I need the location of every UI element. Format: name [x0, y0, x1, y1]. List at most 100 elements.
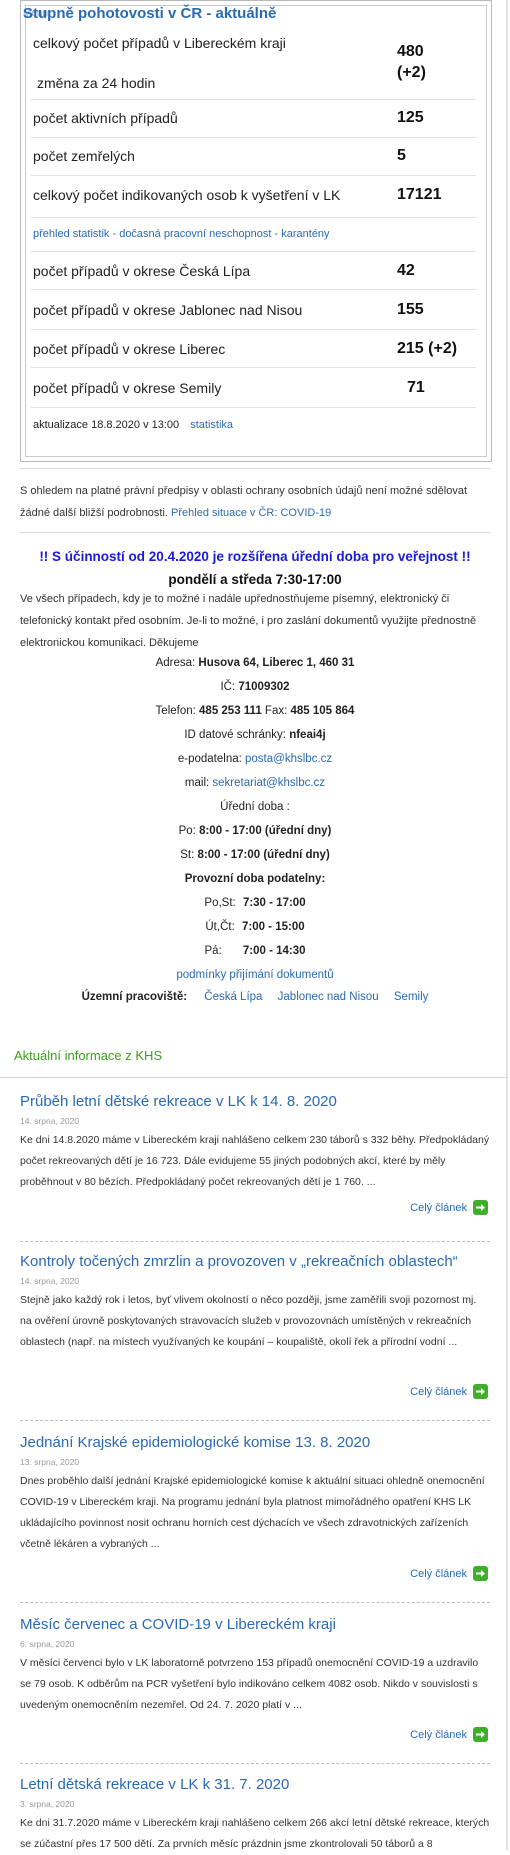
- branches-label: Územní pracoviště:: [81, 991, 188, 1003]
- databox-label: ID datové schránky:: [184, 729, 286, 741]
- secretariat-email-link[interactable]: sekretariat@khslbc.cz: [212, 777, 325, 789]
- article-date: 3. srpna, 2020: [20, 1799, 75, 1809]
- stats-row-jablonec: počet případů v okrese Jablonec nad Niso…: [31, 289, 476, 330]
- branches-line: Územní pracoviště: Česká Lípa Jablonec n…: [20, 991, 490, 1003]
- stats-row-ceska-lipa: počet případů v okrese Česká Lípa 42: [31, 251, 476, 290]
- arrow-right-icon: [473, 1200, 488, 1215]
- podatelna-hours-title: Provozní doba podatelny:: [184, 873, 326, 885]
- branch-link-ceska-lipa[interactable]: Česká Lípa: [204, 991, 262, 1003]
- hours-monday-line: Po: 8:00 - 17:00 (úřední dny): [20, 825, 490, 837]
- read-more-link[interactable]: Celý článek: [410, 1566, 488, 1581]
- article-excerpt: V měsíci červenci bylo v LK laboratorně …: [20, 1657, 479, 1711]
- document-conditions-link[interactable]: podmínky přijímání dokumentů: [176, 969, 333, 981]
- statistics-overview-link[interactable]: přehled statistik - dočasná pracovní nes…: [33, 228, 330, 240]
- article-divider: [20, 1420, 490, 1421]
- stats-row-value: 480: [397, 43, 424, 60]
- menu-ghost-label: Menu: [23, 8, 49, 19]
- hours-wednesday-line: St: 8:00 - 17:00 (úřední dny): [20, 849, 490, 861]
- phone-line: Telefon: 485 253 111 Fax: 485 105 864: [20, 705, 490, 717]
- stats-row-label: počet případů v okrese Jablonec nad Niso…: [33, 302, 303, 318]
- office-hours-title: Úřední doba :: [220, 801, 290, 813]
- stats-update-line: aktualizace 18.8.2020 v 13:00 statistika: [33, 419, 233, 431]
- stats-row-value: 42: [397, 262, 415, 279]
- address-label: Adresa:: [155, 657, 196, 669]
- stats-row-label: počet případů v okrese Liberec: [33, 341, 226, 357]
- covid-overview-link[interactable]: Přehled situace v ČR: COVID-19: [171, 507, 331, 519]
- arrow-right-icon: [473, 1384, 488, 1399]
- hours-wednesday-label: St:: [180, 849, 195, 861]
- read-more-label: Celý článek: [410, 1201, 467, 1214]
- statistics-link[interactable]: statistika: [190, 419, 233, 431]
- stats-row-value: 215 (+2): [397, 340, 458, 357]
- address-line: Adresa: Husova 64, Liberec 1, 460 31: [20, 657, 490, 669]
- office-hours-notice: !! S účinností od 20.4.2020 je rozšířena…: [39, 549, 471, 564]
- mail-line: mail: sekretariat@khslbc.cz: [20, 777, 490, 789]
- article-date: 13. srpna, 2020: [20, 1457, 80, 1467]
- hours-monday-value: 8:00 - 17:00 (úřední dny): [199, 825, 332, 837]
- stats-row-label: počet případů v okrese Semily: [33, 380, 222, 396]
- article-title-link[interactable]: Měsíc červenec a COVID-19 v Libereckém k…: [20, 1616, 490, 1633]
- podatelna-line-1: Po,St: 7:30 - 17:00: [20, 897, 490, 909]
- databox-line: ID datové schránky: nfeai4j: [20, 729, 490, 741]
- news-section-divider: [0, 1077, 506, 1078]
- stats-row-label: celkový počet případů v Libereckém kraji: [33, 35, 286, 51]
- podatelna-3-label: Pá:: [204, 945, 222, 957]
- stats-row-value: 125: [397, 109, 424, 126]
- epodatelna-email-link[interactable]: posta@khslbc.cz: [245, 753, 332, 765]
- article-title-link[interactable]: Průběh letní dětské rekreace v LK k 14. …: [20, 1093, 490, 1110]
- divider: [20, 532, 490, 533]
- mail-label: mail:: [184, 777, 210, 789]
- stats-row-liberec: počet případů v okrese Liberec 215 (+2): [31, 329, 476, 368]
- stats-row-label: celkový počet indikovaných osob k vyšetř…: [33, 187, 341, 203]
- article-title-link[interactable]: Jednání Krajské epidemiologické komise 1…: [20, 1434, 490, 1451]
- read-more-link[interactable]: Celý článek: [410, 1727, 488, 1742]
- branch-link-semily[interactable]: Semily: [394, 991, 429, 1003]
- article-divider: [20, 1241, 490, 1242]
- stats-row-indicated: celkový počet indikovaných osob k vyšetř…: [31, 175, 476, 218]
- stats-row-overview-link: přehled statistik - dočasná pracovní nes…: [31, 217, 476, 252]
- databox-value: nfeai4j: [289, 729, 326, 741]
- podatelna-line-3: Pá: 7:00 - 14:30: [20, 945, 490, 957]
- ic-label: IČ:: [220, 681, 236, 693]
- article-excerpt: Ke dni 31.7.2020 máme v Libereckém kraji…: [20, 1817, 490, 1850]
- stats-row-value: 71: [407, 379, 425, 396]
- stats-title-text[interactable]: Stupně pohotovosti v ČR - aktuálně: [23, 5, 276, 22]
- news-section-title: Aktuální informace z KHS: [14, 1048, 163, 1063]
- article-title-link[interactable]: Kontroly točených zmrzlin a provozoven v…: [20, 1253, 490, 1270]
- fax-value: 485 105 864: [290, 705, 355, 717]
- contact-preference-note: Ve všech případech, kdy je to možné i na…: [20, 593, 477, 649]
- stats-row-value: 155: [397, 301, 424, 318]
- read-more-link[interactable]: Celý článek: [410, 1384, 488, 1399]
- stats-update-text: aktualizace 18.8.2020 v 13:00: [33, 419, 180, 431]
- ic-value: 71009302: [238, 681, 290, 693]
- epodatelna-line: e-podatelna: posta@khslbc.cz: [20, 753, 490, 765]
- article-title-link[interactable]: Letní dětská rekreace v LK k 31. 7. 2020: [20, 1776, 490, 1793]
- article-divider: [20, 1602, 490, 1603]
- stats-row-semily: počet případů v okrese Semily 71: [31, 367, 476, 408]
- stats-panel: Menu Stupně pohotovosti v ČR - aktuálně …: [20, 0, 492, 462]
- office-hours-subtitle: pondělí a středa 7:30-17:00: [168, 572, 342, 587]
- podatelna-line-2: Út,Čt: 7:00 - 15:00: [20, 921, 490, 933]
- news-article: Průběh letní dětské rekreace v LK k 14. …: [20, 1093, 490, 1193]
- podatelna-2-label: Út,Čt:: [205, 921, 235, 933]
- news-article: Jednání Krajské epidemiologické komise 1…: [20, 1434, 490, 1555]
- stats-row-label: změna za 24 hodin: [37, 75, 156, 91]
- stats-title[interactable]: Menu Stupně pohotovosti v ČR - aktuálně: [23, 5, 276, 22]
- branch-link-jablonec[interactable]: Jablonec nad Nisou: [278, 991, 379, 1003]
- news-article: Kontroly točených zmrzlin a provozoven v…: [20, 1253, 490, 1353]
- read-more-label: Celý článek: [410, 1567, 467, 1580]
- stats-row-deaths: počet zemřelých 5: [31, 137, 476, 176]
- divider: [20, 468, 490, 469]
- read-more-link[interactable]: Celý článek: [410, 1200, 488, 1215]
- stats-row-label: počet případů v okrese Česká Lípa: [33, 263, 251, 279]
- stats-row-value: (+2): [397, 64, 426, 81]
- news-article: Letní dětská rekreace v LK k 31. 7. 2020…: [20, 1776, 490, 1855]
- phone-label: Telefon:: [155, 705, 196, 717]
- read-more-label: Celý článek: [410, 1385, 467, 1398]
- article-divider: [20, 1763, 490, 1764]
- page-right-border: [506, 0, 508, 1850]
- read-more-label: Celý článek: [410, 1728, 467, 1741]
- stats-row-value: 5: [397, 147, 406, 164]
- hours-monday-label: Po:: [178, 825, 196, 837]
- privacy-note: S ohledem na platné právní předpisy v ob…: [20, 480, 475, 524]
